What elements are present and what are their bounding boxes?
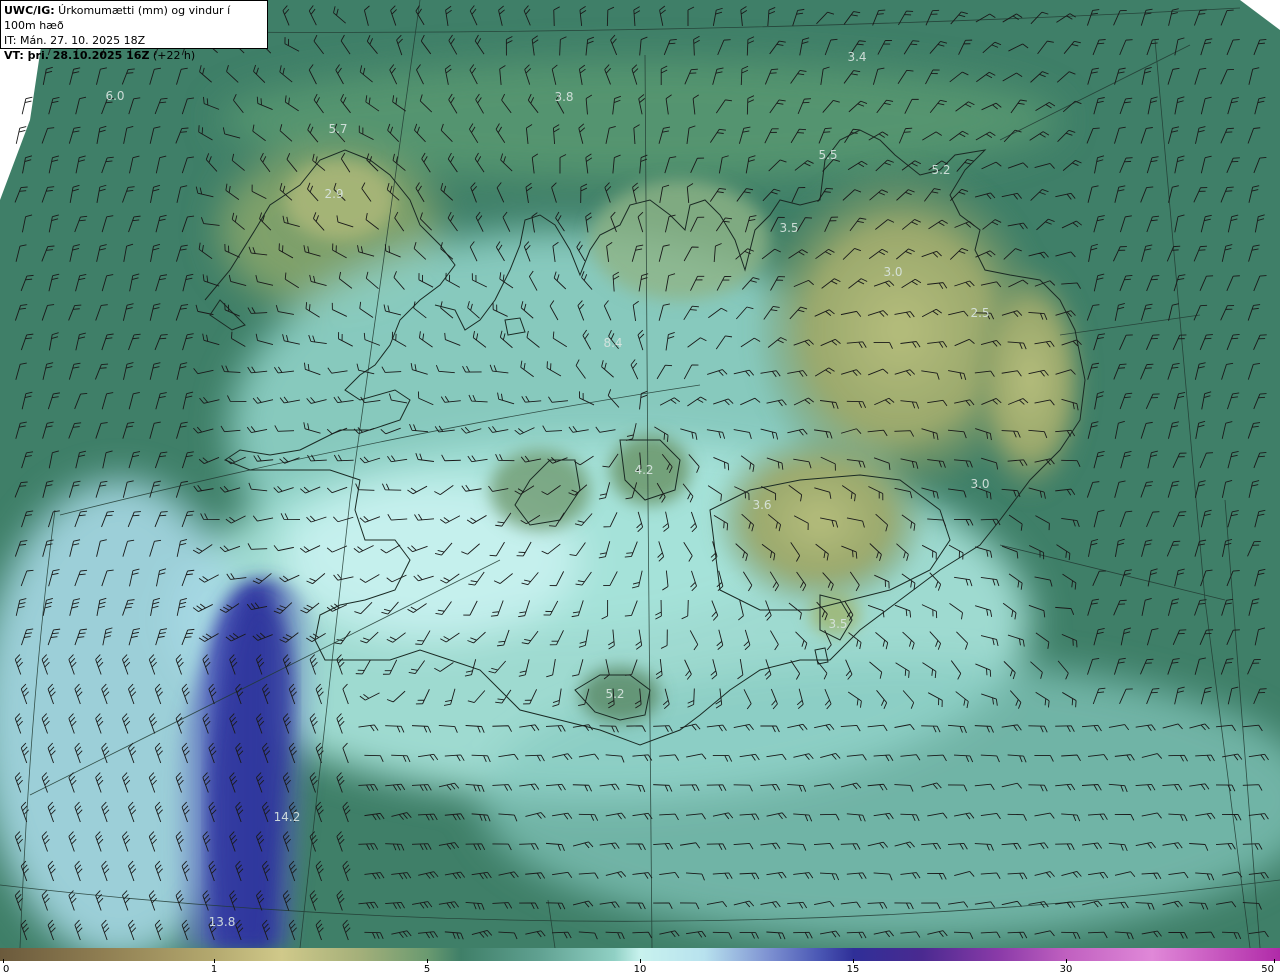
colorbar-tick-label: 15 [846,964,860,975]
colorbar-tick-label: 5 [423,964,431,975]
precip-value-label: 3.8 [554,90,573,104]
precip-value-label: 5.2 [931,163,950,177]
colorbar-tick-mark [427,959,428,963]
colorbar-tick-label: 30 [1059,964,1073,975]
colorbar-tick-mark [214,959,215,963]
colorbar-tick-mark [3,959,4,963]
source-label: UWC/IG: [4,4,55,17]
precip-value-label: 13.8 [209,915,236,929]
precip-value-label: 3.5 [828,617,847,631]
precip-value-label: 5.7 [328,122,347,136]
colorbar-tick-label: 50 [1261,964,1274,975]
precip-value-label: 14.2 [274,810,301,824]
valid-time-line: VT: þri. 28.10.2025 16Z (+22 h) [4,48,264,63]
colorbar: 0 1 5 10 15 30 50 [0,948,1280,978]
title-box: UWC/IG: Úrkomumætti (mm) og vindur í 100… [0,0,268,62]
valid-time: VT: þri. 28.10.2025 16Z [4,49,150,62]
precip-value-label: 2.9 [324,187,343,201]
precip-value-label: 5.2 [605,687,624,701]
colorbar-tick-mark [1066,959,1067,963]
title-line: UWC/IG: Úrkomumætti (mm) og vindur í 100… [4,3,264,33]
colorbar-tick-mark [1274,959,1275,963]
colorbar-tick-mark [853,959,854,963]
precip-value-label: 5.5 [818,148,837,162]
precip-value-label: 3.0 [970,477,989,491]
precip-value-label: 2.5 [970,306,989,320]
map-area: 6.0 5.7 3.8 3.4 2.9 5.5 5.2 3.5 3.0 2.5 8.4 4.2 3.6 3… [0,0,1280,948]
forecast-offset: (+22 h) [149,49,196,62]
init-time: IT: Mán. 27. 10. 2025 18Z [4,34,146,47]
colorbar-tick-label: 1 [210,964,218,975]
precip-value-label: 3.5 [779,221,798,235]
precip-value-label: 6.0 [105,89,124,103]
precip-value-label: 3.6 [752,498,771,512]
precip-value-label: 8.4 [603,336,622,350]
precip-value-label: 4.2 [634,463,653,477]
precip-value-label: 3.0 [883,265,902,279]
colorbar-tick-mark [640,959,641,963]
precipitation-map: 6.0 5.7 3.8 3.4 2.9 5.5 5.2 3.5 3.0 2.5 8.4 4.2 3.6 3… [0,0,1280,948]
precip-value-label: 3.4 [847,50,866,64]
colorbar-tick-label: 0 [3,964,10,975]
colorbar-tick-label: 10 [633,964,647,975]
